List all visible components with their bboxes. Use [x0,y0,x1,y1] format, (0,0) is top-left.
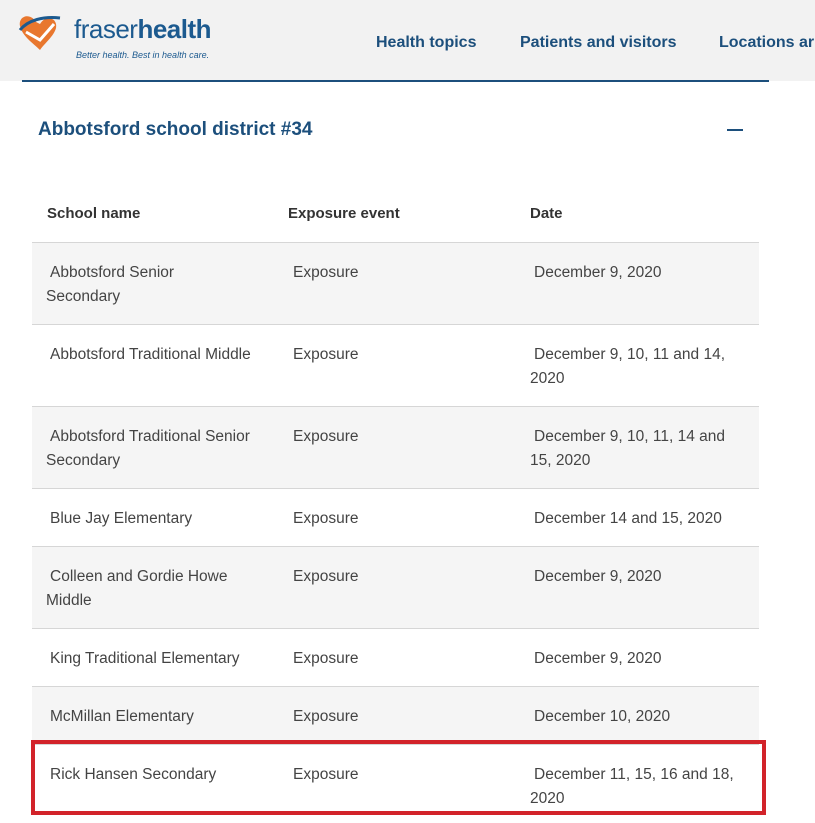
school-name: Abbotsford Traditional Middle [50,346,251,363]
school-name: Blue Jay Elementary [50,510,193,527]
exposure-event: Exposure [293,568,359,585]
fraserhealth-logo[interactable]: fraserhealth Better health. Best in heal… [16,10,216,66]
nav-health-topics[interactable]: Health topics [376,34,476,52]
site-header: fraserhealth Better health. Best in heal… [0,0,815,82]
school-name: Abbotsford Traditional Senior Secondary [46,428,250,469]
exposure-date: December 9, 2020 [534,264,662,281]
accordion-title[interactable]: Abbotsford school district #34 [38,119,312,141]
exposure-date: December 9, 10, 11, 14 and 15, 2020 [530,428,726,469]
exposure-event: Exposure [293,650,359,667]
table-row: King Traditional Elementary Exposure Dec… [32,629,759,687]
exposure-date: December 9, 2020 [534,650,662,667]
exposure-event: Exposure [293,708,359,725]
nav-patients-visitors[interactable]: Patients and visitors [520,34,677,52]
highlight-box [31,740,766,815]
table-header: School name Exposure event Date [32,185,759,243]
column-header-school: School name [47,205,141,222]
table-row: Abbotsford Traditional Senior Secondary E… [32,407,759,489]
school-name: Colleen and Gordie Howe Middle [46,568,228,609]
exposure-event: Exposure [293,428,359,445]
exposure-date: December 14 and 15, 2020 [534,510,722,527]
exposure-date: December 10, 2020 [534,708,671,725]
table-row: Abbotsford Traditional Middle Exposure D… [32,325,759,407]
exposure-table: School name Exposure event Date Abbotsfo… [32,185,759,823]
exposure-event: Exposure [293,510,359,527]
table-row: Abbotsford Senior Secondary Exposure Dece… [32,243,759,325]
brand-wordmark: fraserhealth [74,14,212,44]
heart-logo-icon [18,16,61,50]
column-header-date: Date [530,205,563,222]
minus-icon[interactable] [725,120,745,140]
brand-light: fraser [74,14,138,44]
brand-tagline: Better health. Best in health care. [76,50,210,60]
table-row: McMillan Elementary Exposure December 10… [32,687,759,745]
header-divider [22,80,769,82]
exposure-date: December 9, 10, 11 and 14, 2020 [530,346,726,387]
nav-locations[interactable]: Locations ar [719,34,814,52]
table-row: Blue Jay Elementary Exposure December 14… [32,489,759,547]
column-header-event: Exposure event [288,205,400,222]
exposure-event: Exposure [293,346,359,363]
brand-bold: health [137,14,212,44]
exposure-date: December 9, 2020 [534,568,662,585]
school-name: McMillan Elementary [50,708,194,725]
school-name: King Traditional Elementary [50,650,240,667]
school-name: Abbotsford Senior Secondary [46,264,175,305]
exposure-event: Exposure [293,264,359,281]
table-row: Colleen and Gordie Howe Middle Exposure D… [32,547,759,629]
